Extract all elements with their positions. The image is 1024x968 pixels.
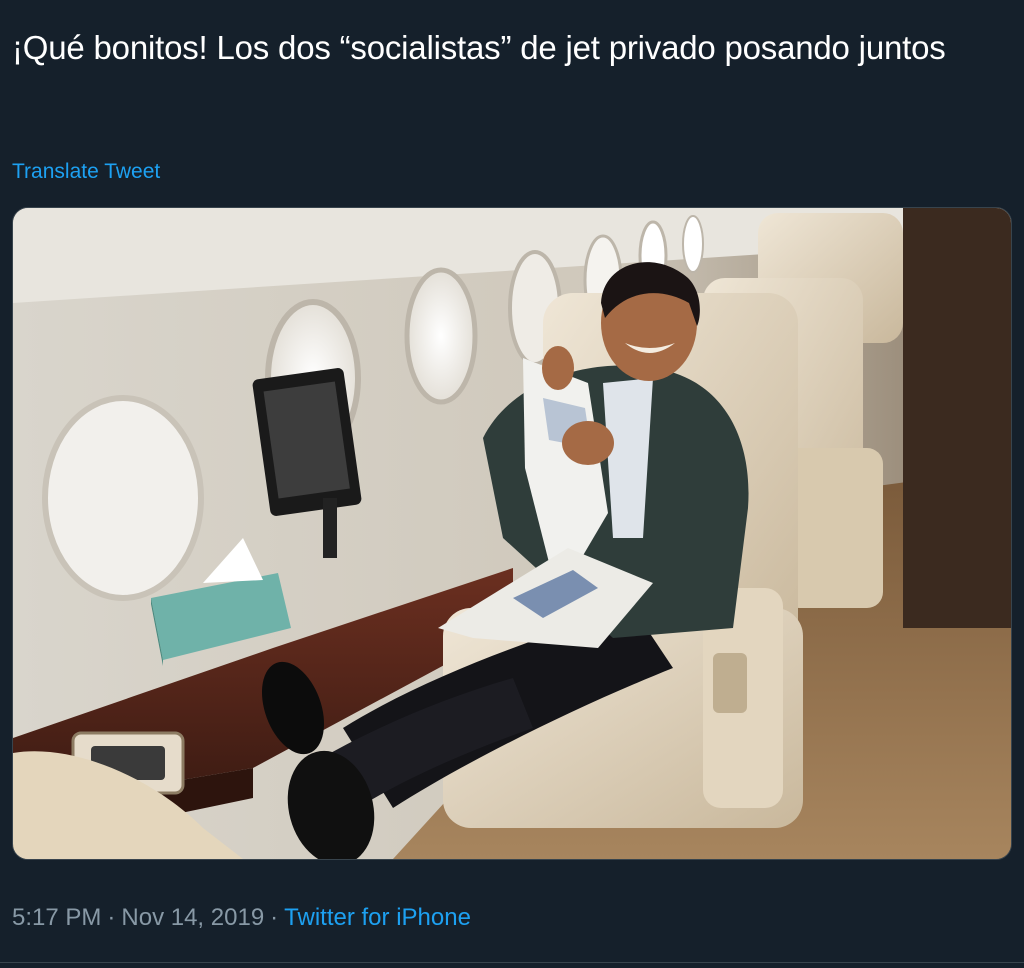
tweet-time[interactable]: 5:17 PM xyxy=(12,904,101,931)
translate-tweet-link[interactable]: Translate Tweet xyxy=(12,160,160,184)
jet-cabin-photo xyxy=(13,208,1011,859)
tweet-date[interactable]: Nov 14, 2019 xyxy=(121,904,264,931)
divider xyxy=(0,962,1024,963)
meta-separator: · xyxy=(107,904,116,931)
tweet-photo[interactable] xyxy=(12,207,1012,860)
tweet-meta: 5:17 PM · Nov 14, 2019 · Twitter for iPhone xyxy=(12,904,471,932)
tweet-source-link[interactable]: Twitter for iPhone xyxy=(284,904,471,931)
tweet-text: ¡Qué bonitos! Los dos “socialistas” de j… xyxy=(12,29,946,66)
meta-separator: · xyxy=(270,904,279,931)
